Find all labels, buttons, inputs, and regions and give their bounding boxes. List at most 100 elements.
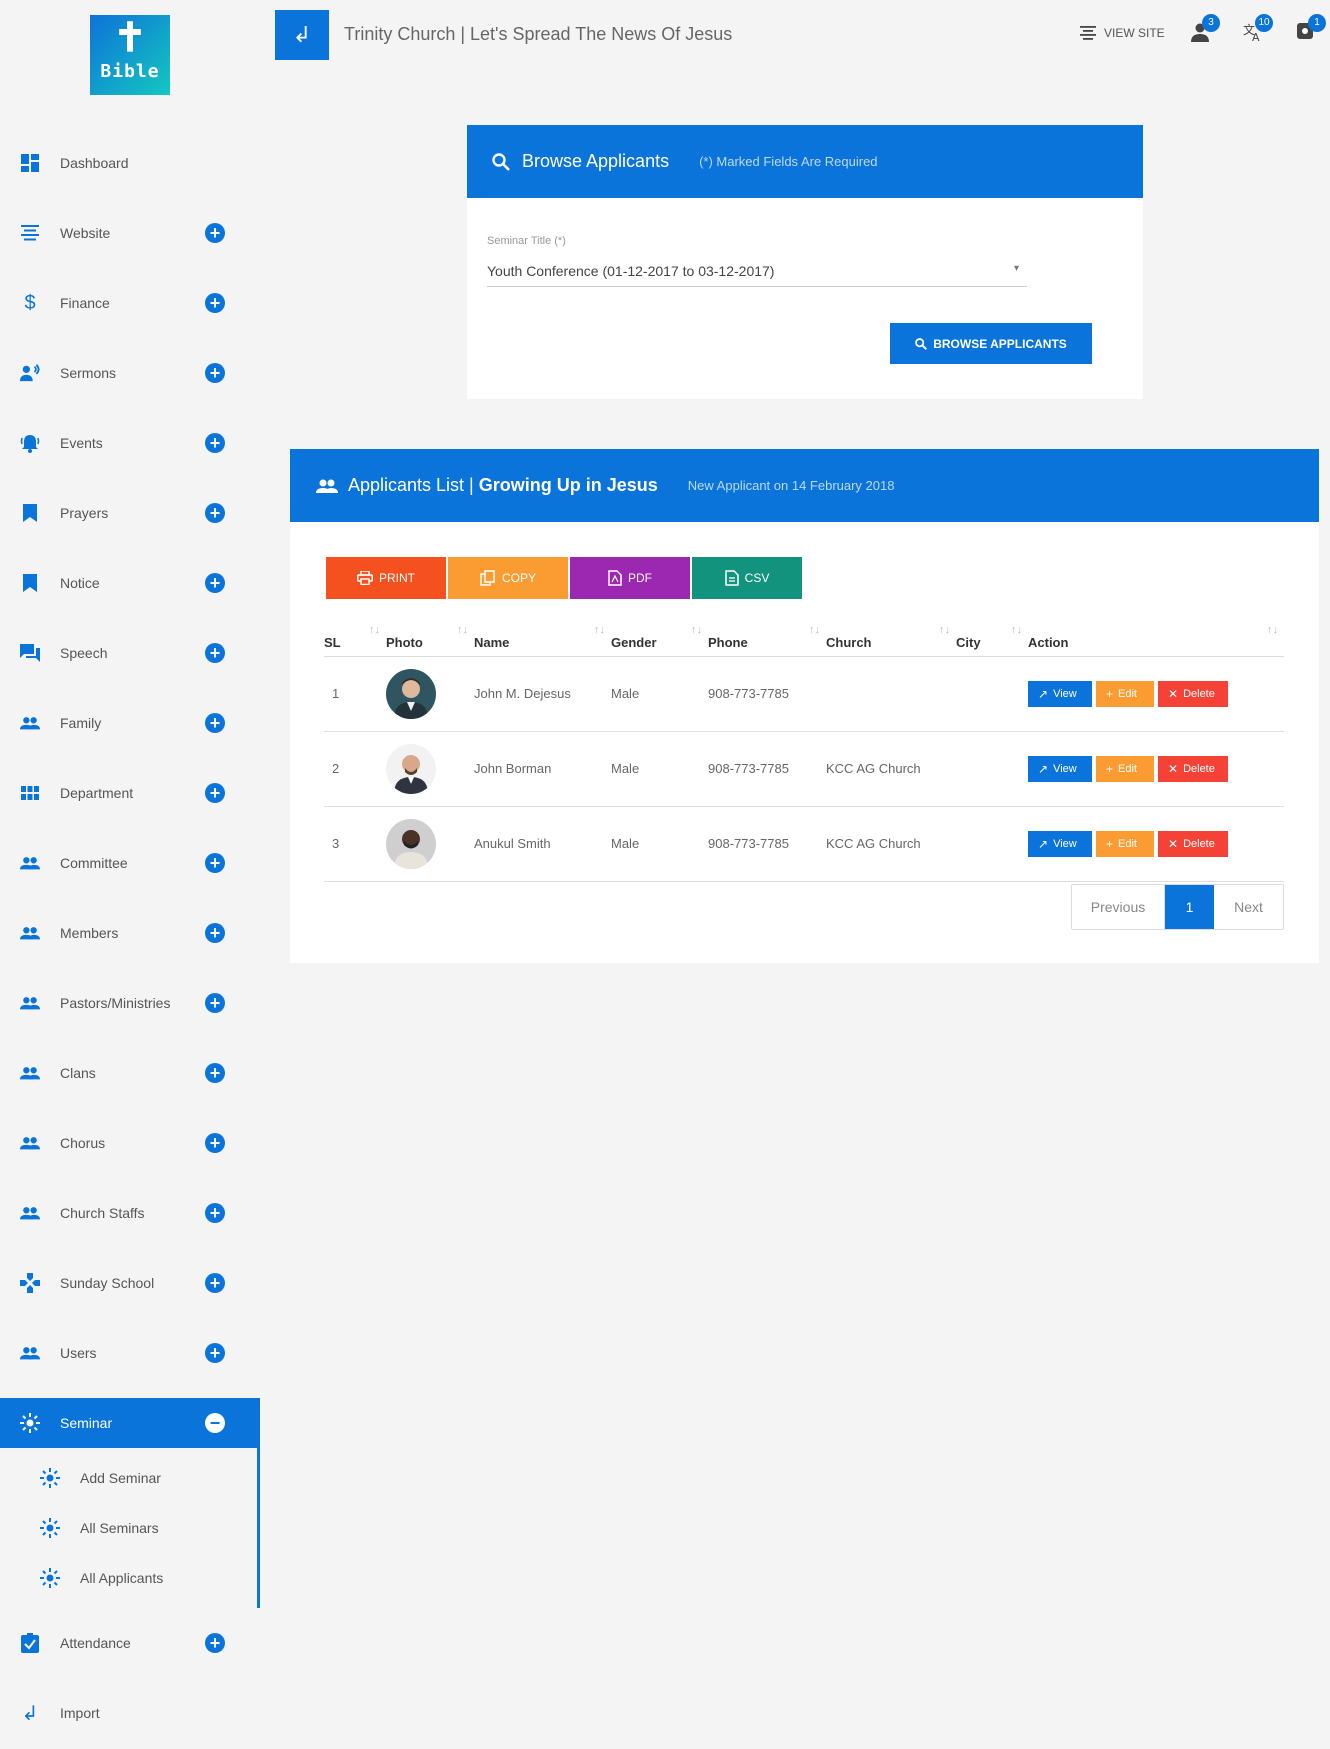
sidebar-item-pastors[interactable]: Pastors/Ministries + [0, 968, 260, 1038]
expand-plus-icon[interactable]: + [205, 853, 225, 873]
column-header-name[interactable]: Name ↑↓ [474, 616, 611, 657]
column-header-city[interactable]: City ↑↓ [956, 616, 1028, 657]
column-header-action[interactable]: Action ↑↓ [1028, 616, 1284, 657]
copy-button[interactable]: COPY [448, 557, 568, 599]
print-button[interactable]: PRINT [326, 557, 446, 599]
close-icon: ✕ [1168, 836, 1179, 851]
sidebar-item-seminar[interactable]: Seminar − [0, 1398, 260, 1448]
sidebar-item-finance[interactable]: $ Finance + [0, 268, 260, 338]
column-header-sl[interactable]: SL ↑↓ [324, 616, 386, 657]
expand-plus-icon[interactable]: + [205, 783, 225, 803]
sidebar-item-label: Department [60, 785, 134, 801]
expand-plus-icon[interactable]: + [205, 223, 225, 243]
edit-button[interactable]: + Edit [1096, 680, 1154, 707]
sidebar-item-prayers[interactable]: Prayers + [0, 478, 260, 548]
sort-icon: ↑↓ [594, 624, 605, 636]
pdf-button[interactable]: PDF [570, 557, 690, 599]
previous-page-button[interactable]: Previous [1072, 885, 1165, 929]
sidebar-item-website[interactable]: Website + [0, 198, 260, 268]
dollar-icon: $ [24, 291, 36, 314]
expand-plus-icon[interactable]: + [205, 643, 225, 663]
expand-plus-icon[interactable]: + [205, 363, 225, 383]
column-header-church[interactable]: Church ↑↓ [826, 616, 956, 657]
csv-button[interactable]: CSV [692, 557, 802, 599]
sidebar-item-users[interactable]: Users + [0, 1318, 260, 1388]
expand-plus-icon[interactable]: + [205, 1063, 225, 1083]
column-label: Action [1028, 635, 1069, 651]
sidebar-item-import[interactable]: ↲ Import [0, 1678, 260, 1748]
sidebar-item-sermons[interactable]: Sermons + [0, 338, 260, 408]
subnav-item-add-seminar[interactable]: Add Seminar [0, 1453, 257, 1503]
expand-plus-icon[interactable]: + [205, 923, 225, 943]
expand-plus-icon[interactable]: + [205, 1343, 225, 1363]
expand-plus-icon[interactable]: + [205, 503, 225, 523]
bell-icon [20, 433, 40, 453]
sidebar-item-members[interactable]: Members + [0, 898, 260, 968]
edit-button[interactable]: + Edit [1096, 830, 1154, 857]
view-button[interactable]: ↗ View [1028, 680, 1092, 707]
clipboard-check-icon [20, 1633, 40, 1653]
sidebar-item-sunday-school[interactable]: Sunday School + [0, 1248, 260, 1318]
expand-plus-icon[interactable]: + [205, 293, 225, 313]
sidebar-item-chorus[interactable]: Chorus + [0, 1108, 260, 1178]
settings-button[interactable]: 1 [1296, 14, 1326, 46]
view-button[interactable]: ↗ View [1028, 755, 1092, 782]
browse-applicants-button[interactable]: BROWSE APPLICANTS [890, 323, 1092, 364]
expand-plus-icon[interactable]: + [205, 1633, 225, 1653]
printer-icon [357, 571, 373, 585]
edit-button[interactable]: + Edit [1096, 755, 1154, 782]
sidebar-item-attendance[interactable]: Attendance + [0, 1608, 260, 1678]
next-page-button[interactable]: Next [1214, 885, 1283, 929]
expand-plus-icon[interactable]: + [205, 433, 225, 453]
column-header-photo[interactable]: Photo ↑↓ [386, 616, 474, 657]
sidebar-item-label: Users [60, 1345, 97, 1361]
expand-plus-icon[interactable]: + [205, 993, 225, 1013]
people-icon [20, 993, 40, 1013]
sidebar-item-label: Members [60, 925, 119, 941]
collapse-minus-icon[interactable]: − [205, 1413, 225, 1433]
search-icon [915, 337, 928, 350]
users-badge: 3 [1202, 14, 1220, 32]
users-notification-button[interactable]: 3 [1190, 14, 1220, 46]
cell-church: KCC AG Church [826, 731, 956, 807]
sidebar-item-label: Church Staffs [60, 1205, 145, 1221]
applicants-table: SL ↑↓ Photo ↑↓ Name ↑↓ Gender ↑↓ Phone ↑↓ Chu… [324, 616, 1284, 882]
subnav-item-all-applicants[interactable]: All Applicants [0, 1553, 257, 1603]
expand-plus-icon[interactable]: + [205, 573, 225, 593]
expand-plus-icon[interactable]: + [205, 713, 225, 733]
sidebar-item-family[interactable]: Family + [0, 688, 260, 758]
delete-button[interactable]: ✕ Delete [1158, 755, 1228, 782]
sidebar-item-speech[interactable]: Speech + [0, 618, 260, 688]
cell-sl: 2 [324, 731, 386, 807]
sidebar-item-clans[interactable]: Clans + [0, 1038, 260, 1108]
view-button[interactable]: ↗ View [1028, 830, 1092, 857]
page-1-button[interactable]: 1 [1165, 885, 1214, 929]
language-button[interactable]: 文A 10 [1243, 14, 1273, 46]
bible-logo[interactable]: ✝ Bible [90, 15, 170, 95]
expand-plus-icon[interactable]: + [205, 1273, 225, 1293]
delete-button[interactable]: ✕ Delete [1158, 830, 1228, 857]
subnav-item-all-seminars[interactable]: All Seminars [0, 1503, 257, 1553]
cell-sl: 3 [324, 806, 386, 882]
sidebar-toggle-button[interactable]: ↲ [275, 10, 329, 60]
seminar-title-value: Youth Conference (01-12-2017 to 03-12-20… [487, 263, 775, 279]
expand-plus-icon[interactable]: + [205, 1203, 225, 1223]
sidebar-item-events[interactable]: Events + [0, 408, 260, 478]
seminar-icon [40, 1518, 60, 1538]
required-note: (*) Marked Fields Are Required [699, 154, 878, 169]
view-label: View [1053, 837, 1077, 850]
delete-button[interactable]: ✕ Delete [1158, 680, 1228, 707]
sidebar-item-church-staffs[interactable]: Church Staffs + [0, 1178, 260, 1248]
cell-city [956, 806, 1028, 882]
seminar-title-select[interactable]: Youth Conference (01-12-2017 to 03-12-20… [487, 255, 1027, 287]
column-header-phone[interactable]: Phone ↑↓ [708, 616, 826, 657]
column-header-gender[interactable]: Gender ↑↓ [611, 616, 708, 657]
sort-icon: ↑↓ [809, 624, 820, 636]
sidebar-item-notice[interactable]: Notice + [0, 548, 260, 618]
sidebar-item-department[interactable]: Department + [0, 758, 260, 828]
expand-plus-icon[interactable]: + [205, 1133, 225, 1153]
sidebar-item-committee[interactable]: Committee + [0, 828, 260, 898]
view-site-link[interactable]: VIEW SITE [1080, 26, 1165, 40]
sidebar-item-dashboard[interactable]: Dashboard [0, 128, 260, 198]
cell-church: KCC AG Church [826, 806, 956, 882]
